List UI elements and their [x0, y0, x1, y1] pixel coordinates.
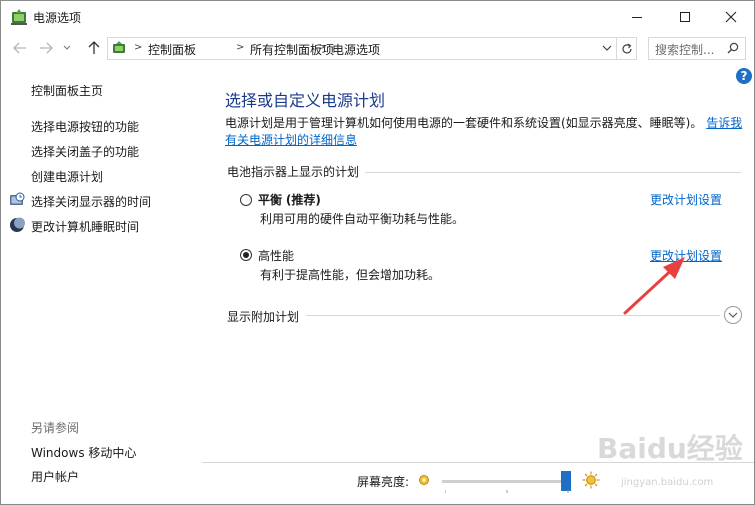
maximize-button[interactable]	[662, 1, 708, 32]
forward-button[interactable]	[37, 38, 55, 58]
search-placeholder: 搜索控制...	[655, 43, 715, 57]
title-bar: 电源选项	[1, 1, 754, 32]
sidebar-link-create-plan[interactable]: 创建电源计划	[31, 168, 103, 185]
search-icon	[727, 42, 739, 54]
close-icon	[725, 11, 737, 22]
brightness-high-icon	[582, 471, 600, 489]
window-title: 电源选项	[33, 11, 82, 25]
chevron-down-icon	[63, 45, 71, 50]
minimize-button[interactable]	[614, 1, 660, 32]
search-box[interactable]: 搜索控制...	[648, 37, 746, 60]
watermark-brand: Baidu经验	[597, 432, 743, 465]
plan-desc-balanced: 利用可用的硬件自动平衡功耗与性能。	[260, 212, 465, 226]
sleep-moon-icon	[10, 217, 25, 232]
back-arrow-icon	[13, 42, 26, 54]
power-options-icon	[11, 9, 27, 25]
plan-title: 平衡	[258, 193, 283, 207]
chevron-down-icon	[728, 312, 738, 318]
up-button[interactable]	[85, 38, 103, 58]
up-arrow-icon	[88, 41, 100, 54]
address-dropdown-button[interactable]	[600, 41, 614, 55]
breadcrumb-separator: >	[236, 42, 245, 53]
change-plan-settings-high-performance[interactable]: 更改计划设置	[650, 247, 722, 264]
minimize-icon	[632, 16, 642, 18]
see-also-heading: 另请参阅	[31, 421, 80, 435]
plan-desc-high-performance: 有利于提高性能，但会增加功耗。	[260, 268, 441, 282]
plan-radio-high-performance[interactable]	[240, 249, 252, 261]
power-options-icon	[113, 41, 125, 53]
sidebar-link-display-off-time[interactable]: 选择关闭显示器的时间	[31, 193, 151, 210]
display-clock-icon	[10, 192, 25, 205]
breadcrumb-control-panel[interactable]: 控制面板	[148, 41, 196, 58]
close-button[interactable]	[708, 1, 754, 32]
breadcrumb-separator: >	[318, 42, 327, 53]
expand-additional-plans-button[interactable]	[724, 306, 742, 324]
recent-locations-button[interactable]	[61, 38, 73, 58]
brightness-ticks	[445, 490, 569, 493]
breadcrumb-power-options[interactable]: 电源选项	[332, 41, 380, 58]
back-button[interactable]	[11, 38, 29, 58]
plan-name-balanced: 平衡 (推荐)	[258, 191, 321, 208]
maximize-icon	[680, 11, 690, 22]
show-additional-plans-label[interactable]: 显示附加计划	[227, 308, 299, 325]
see-also-link-user-accounts[interactable]: 用户帐户	[31, 468, 79, 485]
forward-arrow-icon	[40, 42, 53, 54]
refresh-icon	[622, 43, 632, 53]
address-bar[interactable]: > 控制面板 > 所有控制面板项 > 电源选项	[107, 37, 637, 60]
help-button[interactable]: ?	[736, 68, 752, 84]
brightness-low-icon	[419, 475, 429, 485]
brightness-slider[interactable]	[442, 471, 571, 491]
brightness-slider-thumb[interactable]	[561, 471, 571, 491]
chevron-down-icon	[602, 45, 612, 51]
refresh-button[interactable]	[616, 38, 637, 59]
power-options-window: 电源选项 > 控制面板 > 所有控制面板项 > 电源选项 搜索控制... ? 控…	[0, 0, 755, 505]
description-text: 电源计划是用于管理计算机如何使用电源的一套硬件和系统设置(如显示器亮度、睡眠等)…	[225, 116, 703, 130]
sidebar-link-control-panel-home[interactable]: 控制面板主页	[31, 82, 103, 99]
watermark-url: jingyan.baidu.com	[621, 477, 714, 488]
change-plan-settings-balanced[interactable]: 更改计划设置	[650, 191, 722, 208]
breadcrumb-separator: >	[134, 42, 143, 53]
sidebar-link-lid-close[interactable]: 选择关闭盖子的功能	[31, 143, 139, 160]
brightness-slider-fill	[442, 480, 566, 483]
plan-name-high-performance: 高性能	[258, 249, 295, 263]
battery-plans-heading: 电池指示器上显示的计划	[227, 165, 360, 179]
plan-recommended-tag: (推荐)	[285, 193, 321, 207]
navigation-bar: > 控制面板 > 所有控制面板项 > 电源选项 搜索控制...	[1, 32, 754, 64]
additional-divider	[306, 315, 720, 316]
plan-radio-balanced[interactable]	[240, 194, 252, 206]
page-title: 选择或自定义电源计划	[225, 91, 386, 110]
screen-brightness-label: 屏幕亮度:	[357, 475, 410, 489]
sidebar-link-power-buttons[interactable]: 选择电源按钮的功能	[31, 118, 139, 135]
sidebar-link-sleep-time[interactable]: 更改计算机睡眠时间	[31, 218, 139, 235]
see-also-link-mobility-center[interactable]: Windows 移动中心	[31, 444, 136, 461]
group-divider	[365, 172, 741, 173]
page-description: 电源计划是用于管理计算机如何使用电源的一套硬件和系统设置(如显示器亮度、睡眠等)…	[225, 115, 745, 149]
